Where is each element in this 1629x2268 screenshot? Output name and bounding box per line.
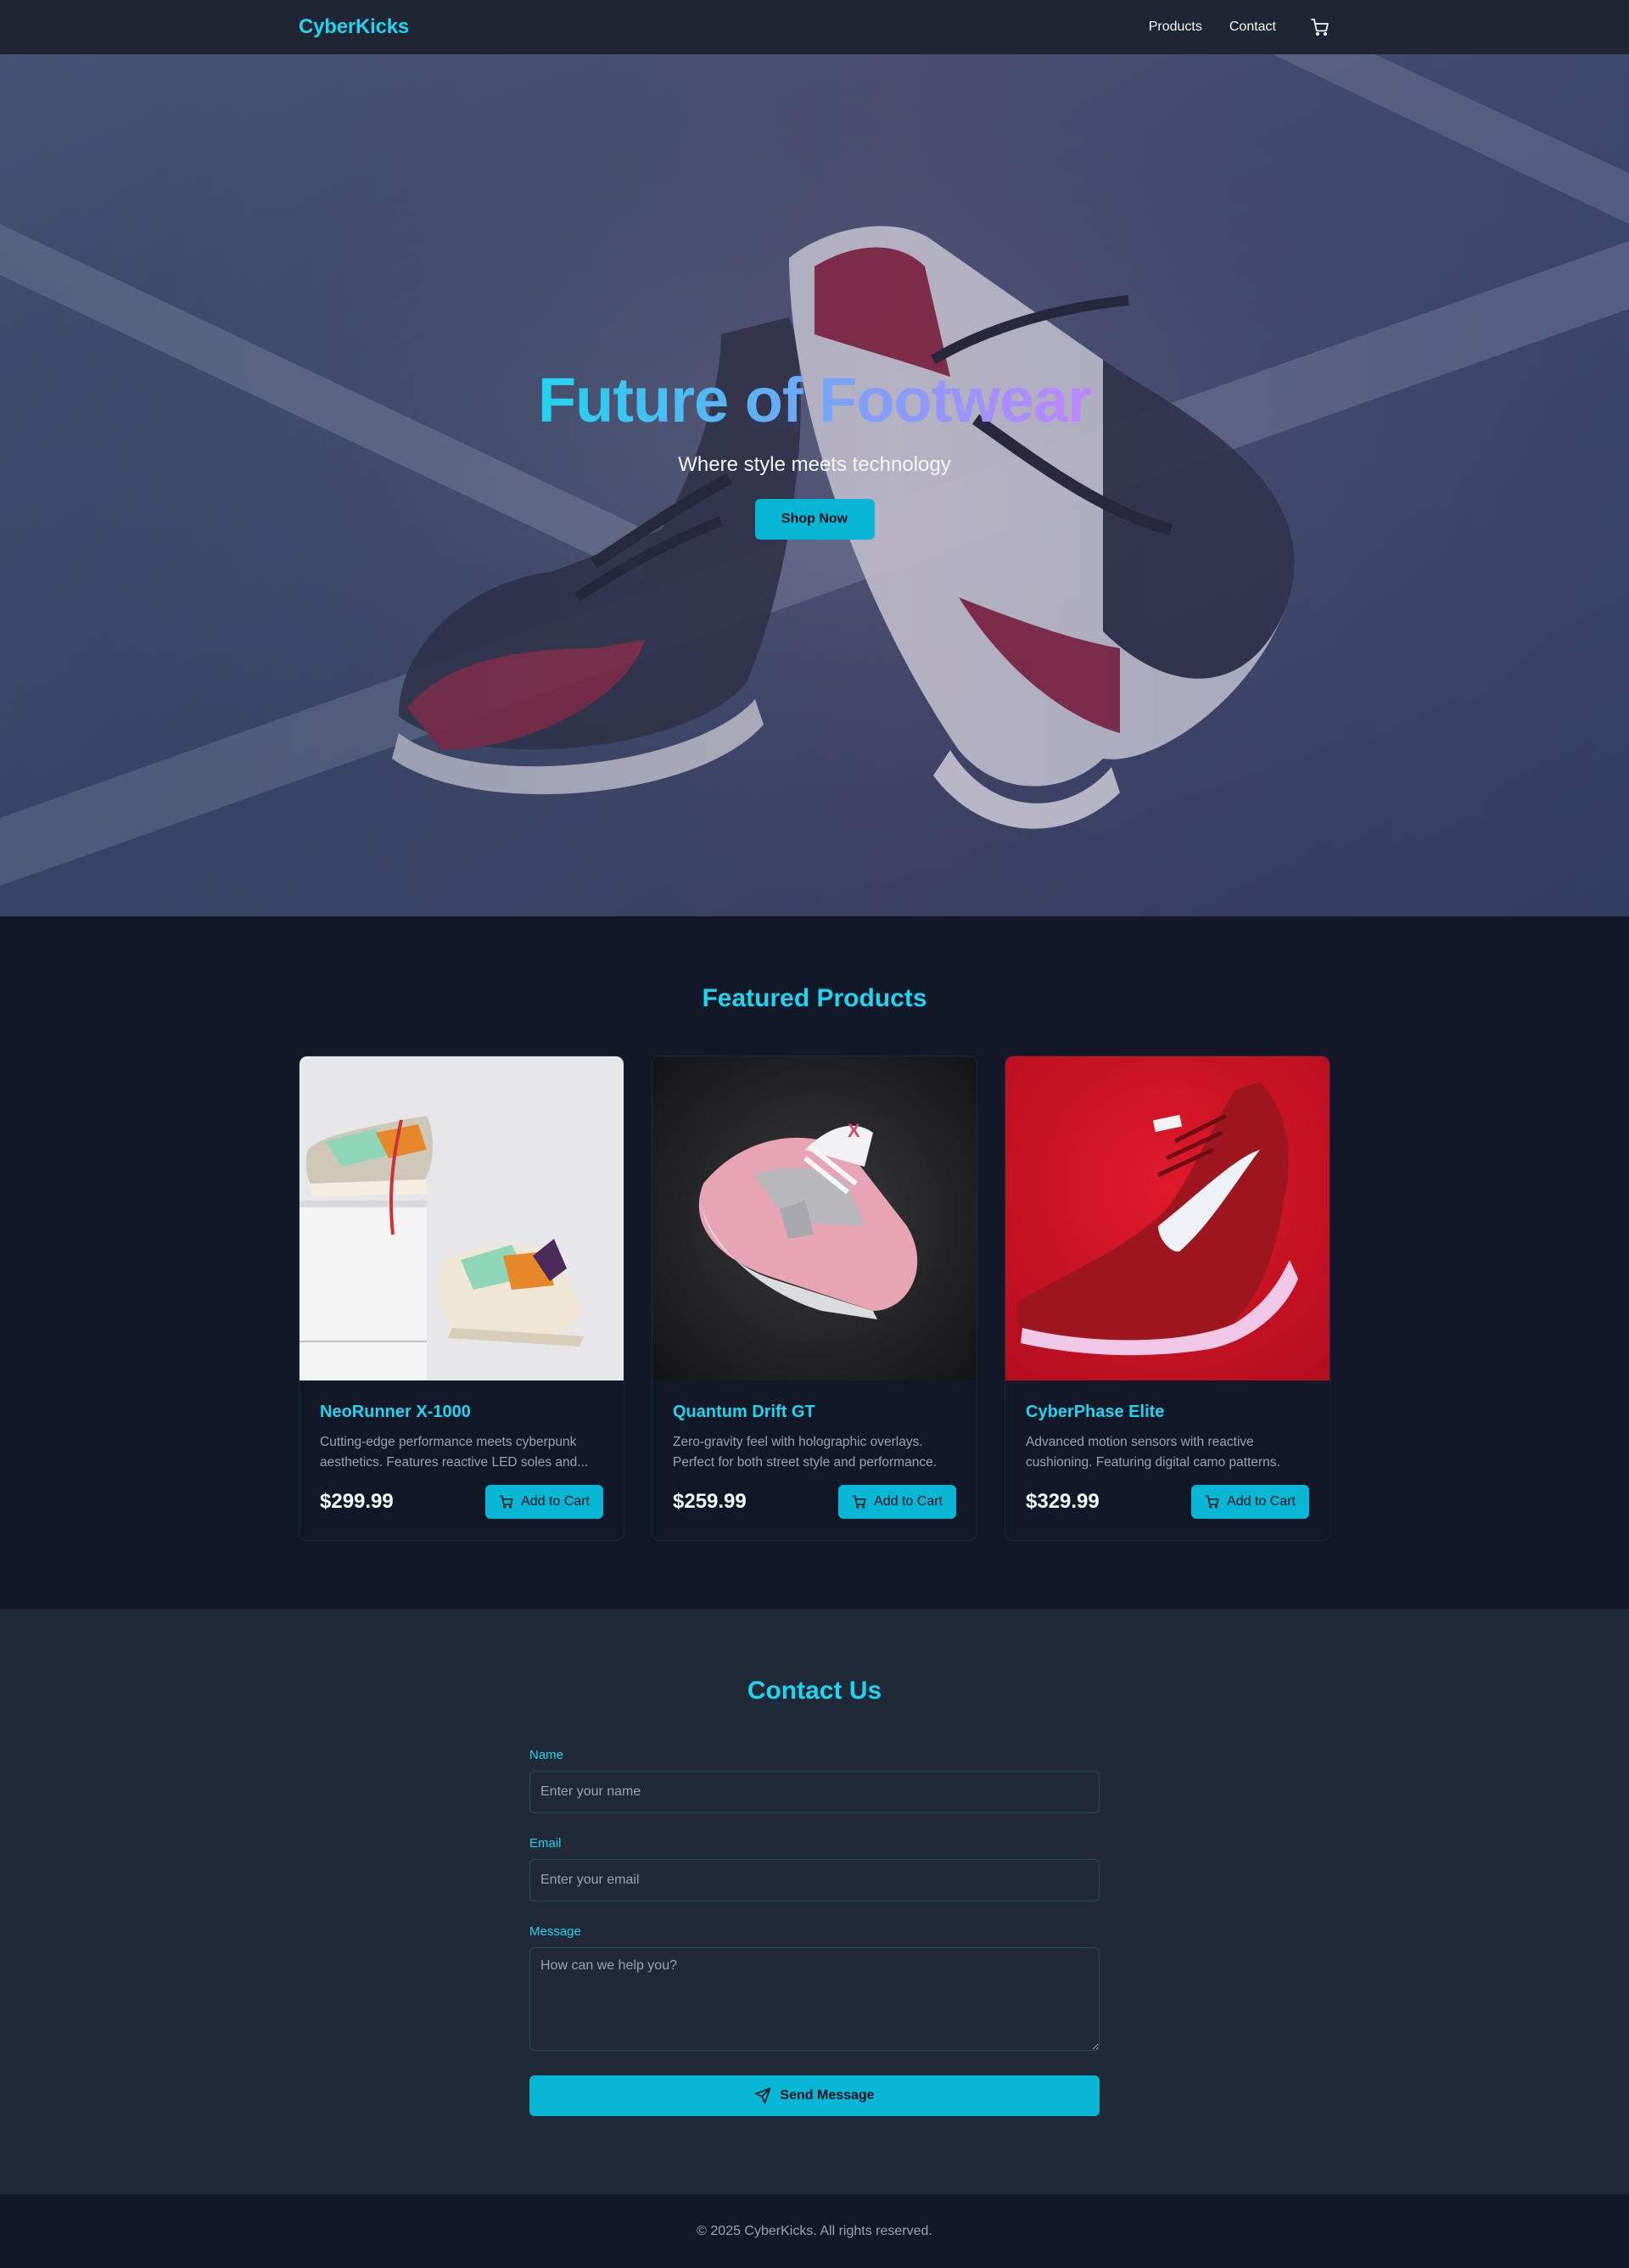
name-group: Name — [529, 1748, 1100, 1813]
product-price: $259.99 — [673, 1490, 747, 1513]
add-to-cart-label: Add to Cart — [1227, 1494, 1296, 1509]
message-textarea[interactable] — [529, 1947, 1100, 2051]
product-image-neorunner[interactable] — [299, 1056, 624, 1380]
svg-text:X: X — [848, 1120, 860, 1141]
message-label: Message — [529, 1924, 581, 1939]
product-footer: $259.99 Add to Cart — [673, 1485, 956, 1519]
featured-products-title: Featured Products — [702, 984, 927, 1012]
navbar-inner: CyberKicks Products Contact — [299, 0, 1330, 54]
copyright-text: © 2025 CyberKicks. All rights reserved. — [697, 2223, 932, 2238]
product-name[interactable]: NeoRunner X-1000 — [320, 1403, 603, 1422]
add-to-cart-button[interactable]: Add to Cart — [485, 1485, 603, 1519]
top-navbar: CyberKicks Products Contact — [0, 0, 1629, 54]
send-message-button[interactable]: Send Message — [529, 2075, 1100, 2116]
product-description: Cutting-edge performance meets cyberpunk… — [320, 1435, 589, 1470]
product-name[interactable]: CyberPhase Elite — [1026, 1403, 1309, 1422]
product-description: Advanced motion sensors with reactive cu… — [1026, 1435, 1280, 1470]
product-footer: $299.99 Add to Cart — [320, 1485, 603, 1519]
product-card: X Quantum Drift GT Zero-gravity feel wit… — [652, 1056, 977, 1541]
shop-now-button[interactable]: Shop Now — [754, 499, 875, 540]
message-group: Message — [529, 1924, 1100, 2055]
send-message-label: Send Message — [780, 2088, 875, 2103]
email-input[interactable] — [529, 1859, 1100, 1901]
name-input[interactable] — [529, 1771, 1100, 1813]
product-description: Zero-gravity feel with holographic overl… — [673, 1435, 938, 1470]
add-to-cart-button[interactable]: Add to Cart — [838, 1485, 956, 1519]
product-name[interactable]: Quantum Drift GT — [673, 1403, 956, 1422]
product-grid: NeoRunner X-1000 Cutting-edge performanc… — [299, 1056, 1330, 1541]
cart-icon — [499, 1495, 513, 1509]
nav-links: Products Contact — [1149, 17, 1330, 37]
product-price: $329.99 — [1026, 1490, 1100, 1513]
contact-section: Contact Us Name Email Message Send Messa… — [0, 1609, 1629, 2194]
site-footer: © 2025 CyberKicks. All rights reserved. — [0, 2194, 1629, 2268]
product-card: CyberPhase Elite Advanced motion sensors… — [1005, 1056, 1330, 1541]
name-label: Name — [529, 1748, 564, 1762]
product-card: NeoRunner X-1000 Cutting-edge performanc… — [299, 1056, 624, 1541]
product-image-cyberphase[interactable] — [1005, 1056, 1330, 1380]
hero-section: Future of Footwear Where style meets tec… — [0, 54, 1629, 916]
send-icon — [755, 2087, 771, 2104]
product-image-quantum-drift[interactable]: X — [652, 1056, 977, 1380]
featured-products-section: Featured Products NeoRunner X-1000 Cutti… — [0, 916, 1629, 1609]
email-group: Email — [529, 1836, 1100, 1901]
cart-icon[interactable] — [1310, 17, 1330, 37]
product-footer: $329.99 Add to Cart — [1026, 1485, 1309, 1519]
add-to-cart-label: Add to Cart — [521, 1494, 590, 1509]
cart-icon — [852, 1495, 866, 1509]
product-card-body: Quantum Drift GT Zero-gravity feel with … — [652, 1380, 977, 1519]
contact-title: Contact Us — [747, 1677, 882, 1705]
add-to-cart-button[interactable]: Add to Cart — [1191, 1485, 1309, 1519]
email-label: Email — [529, 1836, 562, 1851]
hero-title: Future of Footwear — [537, 365, 1092, 435]
nav-link-products[interactable]: Products — [1149, 20, 1202, 35]
hero-subtitle: Where style meets technology — [678, 453, 951, 477]
hero-content: Future of Footwear Where style meets tec… — [0, 364, 1629, 540]
add-to-cart-label: Add to Cart — [874, 1494, 943, 1509]
nav-link-contact[interactable]: Contact — [1229, 20, 1276, 35]
product-card-body: CyberPhase Elite Advanced motion sensors… — [1005, 1380, 1330, 1519]
brand-logo[interactable]: CyberKicks — [299, 15, 409, 39]
contact-form: Name Email Message Send Message — [529, 1748, 1100, 2116]
product-price: $299.99 — [320, 1490, 394, 1513]
cart-icon — [1205, 1495, 1219, 1509]
product-card-body: NeoRunner X-1000 Cutting-edge performanc… — [299, 1380, 624, 1519]
